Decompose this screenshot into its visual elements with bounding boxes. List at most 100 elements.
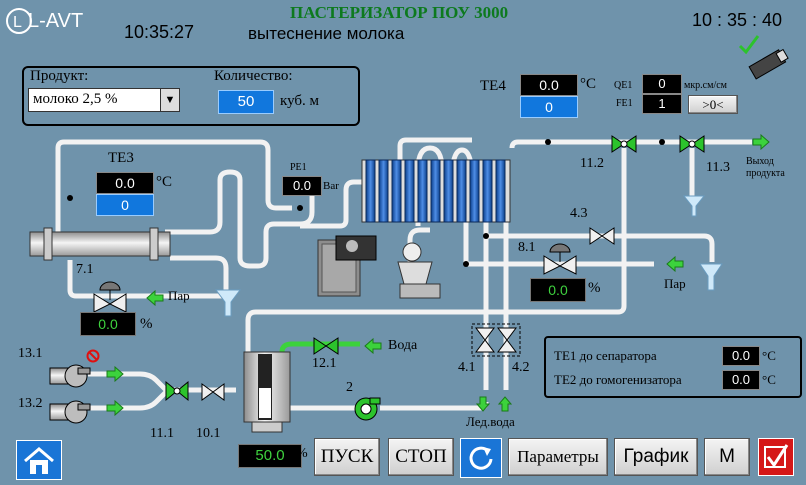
arrow-left-icon [364,338,382,354]
valve-11.3-label: 11.3 [706,160,730,175]
valve-8.1-value: 0.0 [530,278,586,302]
m-button[interactable]: M [704,438,750,476]
tank-level-value: 50.0 [238,444,302,468]
balance-tank [243,351,291,433]
qe1-unit: мкр.см/см [684,80,727,91]
arrow-right-icon [106,366,124,382]
checkmark-icon [764,444,789,468]
stop-button[interactable]: СТОП [388,438,454,476]
te1-label: TE1 до сепаратора [554,348,657,363]
exchanger-plate [495,159,506,223]
te1-value: 0.0 [722,346,760,366]
control-valve-8.1-icon[interactable] [542,242,578,276]
te4-label: TE4 [480,78,506,94]
valve-11.1-icon[interactable] [164,380,190,402]
home-icon [24,447,54,474]
te2-unit: °C [762,372,776,387]
exchanger-plate [378,159,389,223]
valve-11.3-icon[interactable] [678,134,706,154]
prohibited-icon [86,349,100,363]
valve-8.1-unit: % [588,280,601,296]
valve-4.3-icon[interactable] [588,226,616,246]
graph-button[interactable]: График [614,438,698,476]
arrow-right-icon [752,134,770,150]
quantity-input[interactable]: 50 [218,90,274,114]
mode-text: вытеснение молока [248,24,405,43]
pump-13.2-label: 13.2 [18,396,43,411]
valve-4.2-label: 4.2 [512,360,530,375]
ice-water-label: Лед.вода [466,414,515,429]
start-button[interactable]: ПУСК [314,438,380,476]
pump-2-icon[interactable] [352,396,382,422]
parameters-button[interactable]: Параметры [508,438,608,476]
refresh-button[interactable] [460,438,502,478]
quantity-unit: куб. м [280,93,320,109]
heater-tube [29,227,171,261]
exchanger-plate [391,159,402,223]
valve-4.1-icon[interactable] [474,326,496,354]
product-value: молоко 2,5 % [33,91,118,107]
control-valve-7.1-icon[interactable] [92,280,128,314]
logo-text: L-AVT [28,10,84,32]
te2-value: 0.0 [722,370,760,390]
home-button[interactable] [16,440,62,480]
logo: L L-AVT [4,6,100,36]
exchanger-plate [404,159,415,223]
valve-12.1-label: 12.1 [312,356,337,371]
te4-setpoint[interactable]: 0 [520,96,578,118]
product-out-label: Выход продукта [746,156,785,179]
separator [397,242,441,299]
product-select[interactable]: молоко 2,5 % ▼ [28,88,180,112]
valve-7.1-value: 0.0 [80,312,136,336]
homogenizer [317,235,377,297]
qe1-value: 0 [642,74,682,94]
te3-unit: °C [156,174,173,190]
exchanger-plate [469,159,480,223]
pump-13.2-icon[interactable] [48,398,92,426]
refresh-icon [469,446,493,470]
plate-heat-exchanger [361,159,511,223]
te3-setpoint[interactable]: 0 [96,194,154,216]
pump-2-label: 2 [346,380,353,395]
valve-4.3-label: 4.3 [570,206,588,221]
te3-label: TE3 [108,150,134,166]
steam-7.1-label: Пар [168,288,190,303]
pump-13.1-icon[interactable] [48,362,92,390]
quantity-label: Количество: [214,68,293,84]
arrow-up-icon [498,396,512,412]
valve-7.1-unit: % [140,316,153,332]
valve-8.1-label: 8.1 [518,240,536,255]
fe1-value: 1 [642,94,682,114]
exchanger-plate [456,159,467,223]
confirm-button[interactable] [758,438,794,476]
clock-right: 10 : 35 : 40 [692,10,783,30]
pe1-value: 0.0 [282,176,322,196]
valve-7.1-label: 7.1 [76,262,94,277]
valve-4.1-label: 4.1 [458,360,476,375]
pe1-label: PE1 [290,162,307,173]
te2-label: TE2 до гомогенизатора [554,372,682,387]
valve-12.1-icon[interactable] [312,336,340,356]
exchanger-plate [365,159,376,223]
valve-11.2-icon[interactable] [610,134,638,154]
fe1-label: FE1 [616,98,633,109]
pipe-tank-out [290,401,489,411]
usb-drive-icon[interactable] [736,32,792,80]
arrow-left-icon [666,256,684,272]
chevron-down-icon[interactable]: ▼ [160,89,179,111]
valve-11.1-label: 11.1 [150,426,174,441]
te3-value: 0.0 [96,172,154,194]
exchanger-plate [482,159,493,223]
te4-value: 0.0 [520,74,578,96]
exchanger-plate [430,159,441,223]
valve-10.1-icon[interactable] [200,382,226,402]
te1-unit: °C [762,348,776,363]
pump-13.1-label: 13.1 [18,346,43,361]
pe1-unit: Bar [323,180,339,192]
fe1-reset-button[interactable]: >0< [688,95,738,114]
arrow-left-icon [146,290,164,306]
valve-4.2-icon[interactable] [496,326,518,354]
valve-11.2-label: 11.2 [580,156,604,171]
svg-text:L: L [13,14,22,31]
qe1-label: QE1 [614,80,633,91]
